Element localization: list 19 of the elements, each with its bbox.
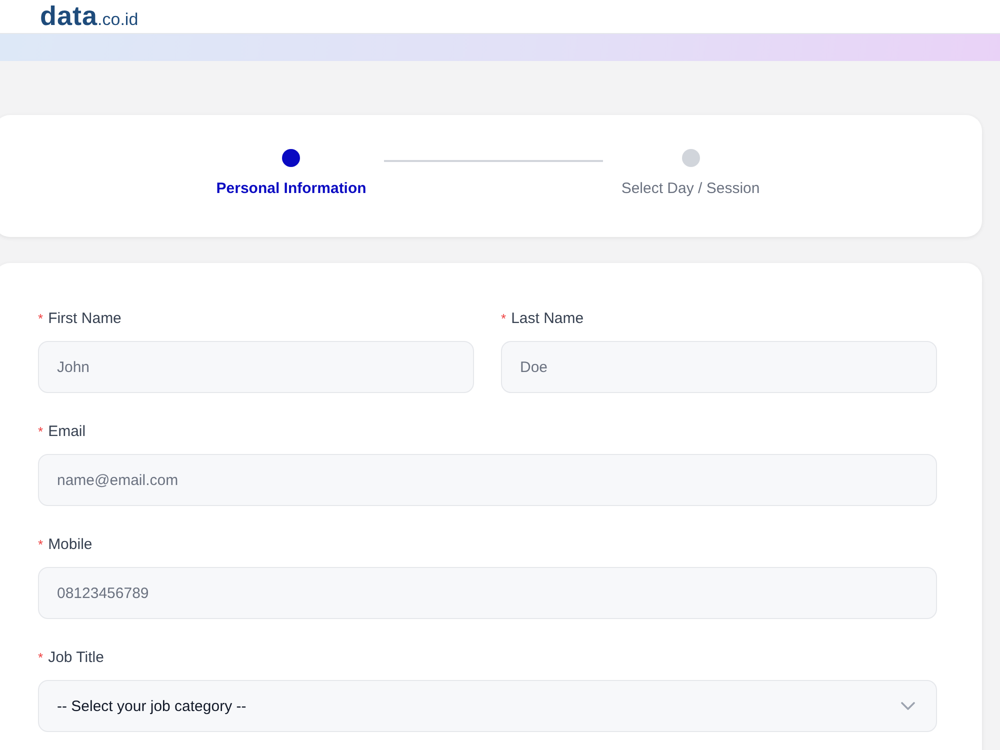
field-label: First Name <box>48 309 122 329</box>
required-asterisk: * <box>38 538 44 552</box>
required-asterisk: * <box>38 312 44 326</box>
required-asterisk: * <box>38 651 44 665</box>
field-label: Email <box>48 422 86 442</box>
step-label: Select Day / Session <box>621 179 760 199</box>
dropdown-select[interactable]: -- Select your job category -- <box>38 680 937 732</box>
text-input[interactable]: John <box>38 341 474 393</box>
logo: data.co.id <box>40 3 138 30</box>
text-input[interactable]: name@email.com <box>38 454 937 506</box>
chevron-down-icon <box>901 702 915 710</box>
required-asterisk: * <box>501 312 506 326</box>
required-asterisk: * <box>38 425 44 439</box>
text-input[interactable]: 08123456789 <box>38 567 937 619</box>
text-input[interactable]: Doe <box>501 341 937 393</box>
field-label: Mobile <box>48 535 92 555</box>
field-label: Last Name <box>511 309 584 329</box>
field-label: Job Title <box>48 648 104 668</box>
step-label: Personal Information <box>216 179 366 199</box>
